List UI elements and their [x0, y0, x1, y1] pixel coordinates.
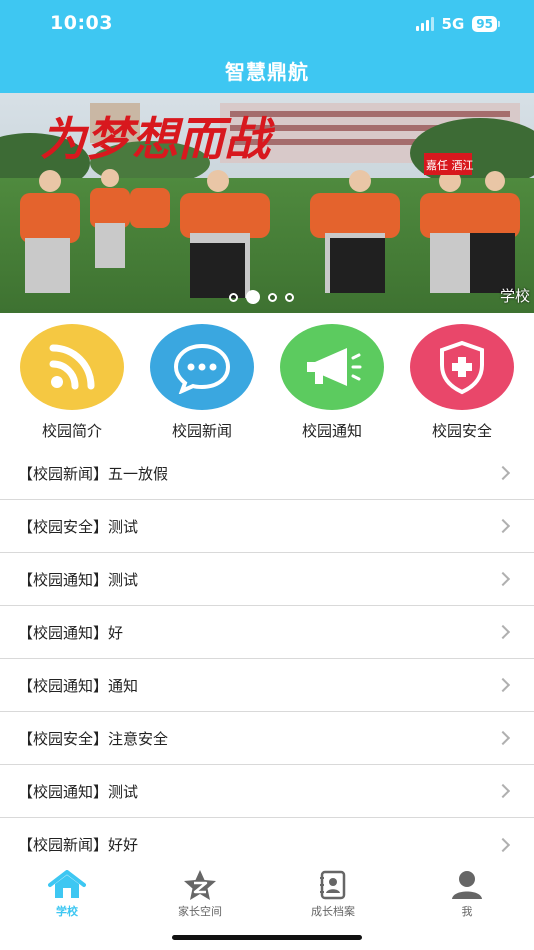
quick-link-notice[interactable]: 校园通知 — [267, 324, 397, 441]
battery-icon: 95 — [472, 16, 500, 32]
carousel-dots[interactable] — [229, 290, 294, 304]
quick-link-intro[interactable]: 校园简介 — [7, 324, 137, 441]
quick-link-label: 校园通知 — [301, 422, 362, 440]
list-item[interactable]: 【校园通知】通知 — [0, 659, 534, 712]
carousel-dot-active[interactable] — [246, 290, 260, 304]
list-item[interactable]: 【校园通知】测试 — [0, 765, 534, 818]
user-icon — [412, 869, 522, 901]
chat-bubble-icon — [150, 324, 254, 410]
quick-link-news[interactable]: 校园新闻 — [137, 324, 267, 441]
list-item[interactable]: 【校园通知】好 — [0, 606, 534, 659]
banner-caption: 学校 — [499, 287, 530, 305]
banner-carousel[interactable]: 为梦想而战 嘉任 酒江 学校 — [0, 93, 534, 313]
quick-link-label: 校园新闻 — [171, 422, 232, 440]
top-bar: 10:03 5G 95 智慧鼎航 — [0, 0, 534, 93]
status-time: 10:03 — [50, 12, 113, 34]
network-type: 5G — [441, 15, 465, 33]
star-icon — [145, 869, 255, 901]
list-item-title: 【校园通知】测试 — [18, 782, 139, 801]
tab-me[interactable]: 我 — [412, 869, 522, 919]
status-indicators: 5G 95 — [415, 15, 500, 33]
banner-badge: 嘉任 酒江 — [426, 158, 474, 172]
carousel-dot[interactable] — [285, 292, 294, 302]
tab-label: 成长档案 — [311, 905, 355, 918]
chevron-right-icon — [495, 465, 511, 481]
battery-level: 95 — [472, 16, 497, 32]
carousel-dot[interactable] — [268, 292, 277, 302]
list-item[interactable]: 【校园安全】注意安全 — [0, 712, 534, 765]
chevron-right-icon — [495, 730, 511, 746]
home-icon — [12, 869, 122, 901]
list-item-title: 【校园新闻】好好 — [18, 836, 139, 854]
page-title: 智慧鼎航 — [225, 60, 309, 84]
tab-school[interactable]: 学校 — [12, 869, 122, 919]
signal-icon — [415, 17, 434, 31]
chevron-right-icon — [495, 518, 511, 534]
rss-icon — [20, 324, 124, 410]
list-item[interactable]: 【校园新闻】好好 — [0, 818, 534, 871]
tab-growth-record[interactable]: 成长档案 — [278, 869, 388, 919]
list-item[interactable]: 【校园新闻】五一放假 — [0, 447, 534, 500]
carousel-dot[interactable] — [229, 292, 238, 302]
chevron-right-icon — [495, 571, 511, 587]
list-item-title: 【校园通知】通知 — [18, 676, 139, 695]
megaphone-icon — [280, 324, 384, 410]
chevron-right-icon — [495, 837, 511, 852]
chevron-right-icon — [495, 783, 511, 799]
news-list: 【校园新闻】五一放假 【校园安全】测试 【校园通知】测试 【校园通知】好 【校园… — [0, 447, 534, 871]
list-item-title: 【校园安全】测试 — [18, 517, 139, 536]
chevron-right-icon — [495, 624, 511, 640]
tab-label: 家长空间 — [178, 905, 222, 918]
banner-image: 为梦想而战 嘉任 酒江 — [0, 93, 534, 313]
home-indicator[interactable] — [172, 935, 362, 940]
list-item-title: 【校园通知】好 — [18, 623, 124, 642]
profile-book-icon — [278, 869, 388, 901]
list-item-title: 【校园新闻】五一放假 — [18, 464, 169, 483]
list-item[interactable]: 【校园通知】测试 — [0, 553, 534, 606]
list-item-title: 【校园安全】注意安全 — [18, 729, 169, 748]
quick-links: 校园简介 校园新闻 校园通知 校园安全 — [0, 313, 534, 445]
chevron-right-icon — [495, 677, 511, 693]
tab-label: 学校 — [56, 905, 78, 918]
tab-label: 我 — [461, 905, 473, 918]
shield-plus-icon — [410, 324, 514, 410]
banner-headline: 为梦想而战 — [40, 112, 275, 166]
tab-parent-space[interactable]: 家长空间 — [145, 869, 255, 919]
quick-link-label: 校园简介 — [41, 422, 102, 440]
list-item[interactable]: 【校园安全】测试 — [0, 500, 534, 553]
quick-link-label: 校园安全 — [431, 422, 492, 440]
list-item-title: 【校园通知】测试 — [18, 570, 139, 589]
quick-link-safety[interactable]: 校园安全 — [397, 324, 527, 441]
